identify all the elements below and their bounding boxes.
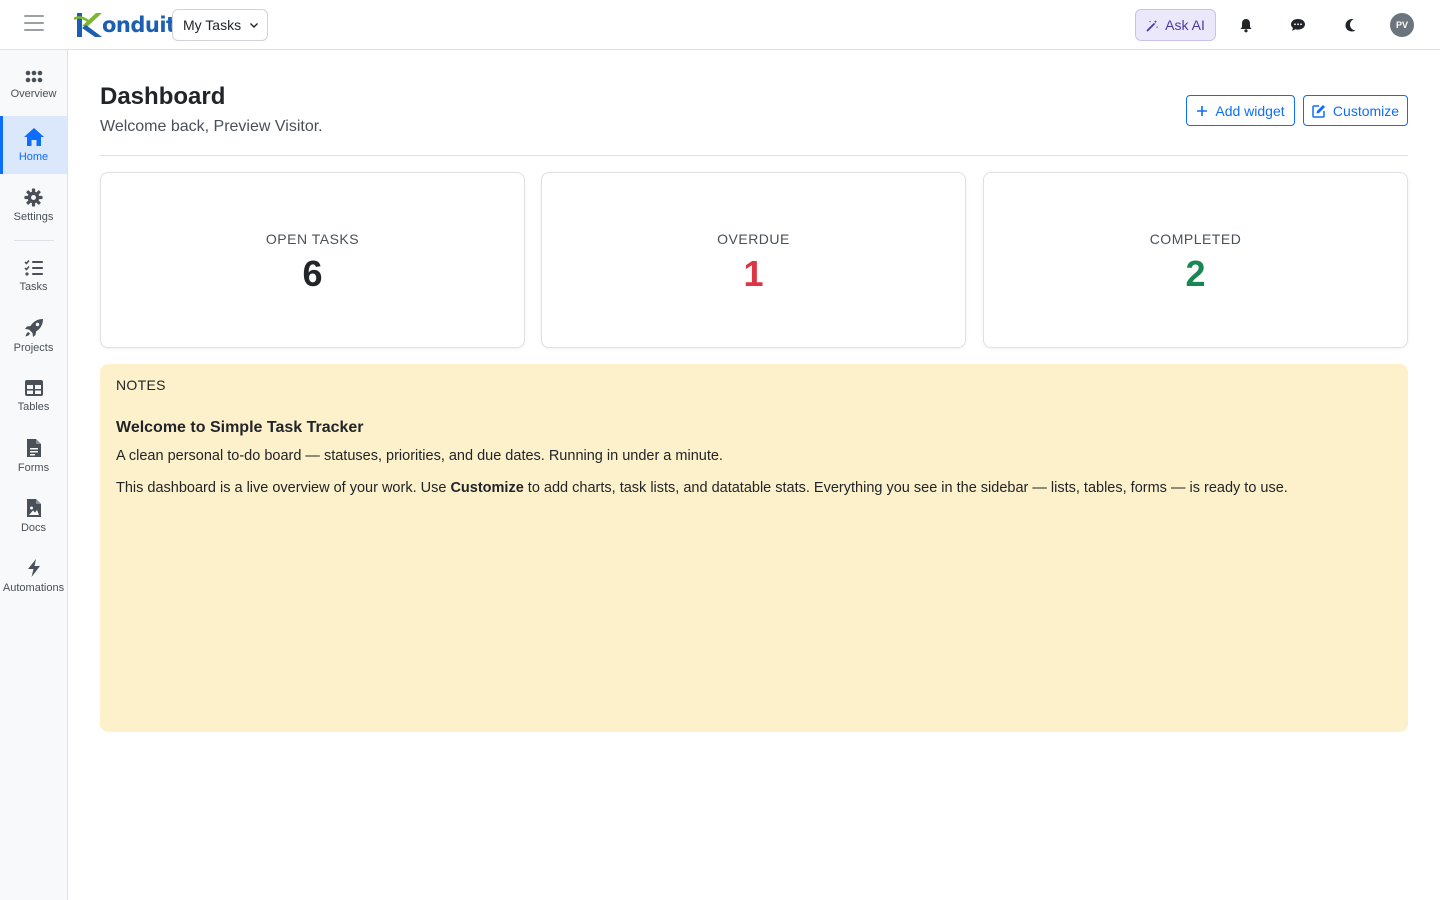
plus-icon bbox=[1197, 105, 1208, 116]
sidebar-item-label: Settings bbox=[13, 210, 54, 223]
sidebar-item-tasks[interactable]: Tasks bbox=[0, 247, 67, 305]
add-widget-button[interactable]: Add widget bbox=[1186, 95, 1295, 126]
sidebar-item-label: Automations bbox=[2, 582, 65, 594]
tasks-list-icon bbox=[23, 259, 43, 276]
notes-text: to add charts, task lists, and datatable… bbox=[523, 480, 1288, 496]
sidebar-item-label: Tasks bbox=[19, 281, 48, 293]
stat-card-overdue: OVERDUE 1 bbox=[541, 172, 966, 348]
notes-paragraph: A clean personal to-do board — statuses,… bbox=[116, 448, 723, 464]
rocket-icon bbox=[24, 319, 43, 337]
stat-value: 6 bbox=[302, 253, 323, 294]
notes-text: This dashboard is a live overview of you… bbox=[116, 480, 451, 496]
sidebar-item-tables[interactable]: Tables bbox=[0, 367, 67, 425]
workspace-dropdown[interactable]: My Tasks bbox=[172, 9, 268, 41]
stat-card-completed: COMPLETED 2 bbox=[983, 172, 1408, 348]
customize-label: Customize bbox=[1332, 102, 1400, 119]
chevron-down-icon bbox=[250, 23, 259, 28]
top-bar: onduit My Tasks Ask AI PV bbox=[0, 0, 1440, 50]
lightning-icon bbox=[27, 559, 40, 577]
konduit-k-logo-icon bbox=[74, 13, 102, 37]
notes-bold-text: Customize bbox=[450, 480, 524, 496]
edit-icon bbox=[1312, 104, 1325, 118]
customize-button[interactable]: Customize bbox=[1303, 95, 1408, 126]
sidebar-item-label: Docs bbox=[20, 522, 47, 534]
gear-icon bbox=[24, 187, 43, 207]
moon-icon[interactable] bbox=[1340, 15, 1360, 35]
sidebar-item-overview[interactable]: Overview bbox=[0, 56, 67, 114]
ask-ai-label: Ask AI bbox=[1165, 17, 1205, 33]
bell-icon[interactable] bbox=[1236, 15, 1256, 35]
table-icon bbox=[24, 380, 43, 396]
sidebar-item-forms[interactable]: Forms bbox=[0, 427, 67, 485]
notes-widget: NOTES Welcome to Simple Task Tracker A c… bbox=[100, 364, 1408, 732]
stat-label: OPEN TASKS bbox=[265, 231, 360, 247]
sidebar-item-label: Overview bbox=[10, 88, 57, 100]
form-document-icon bbox=[26, 439, 41, 457]
logo-text: onduit bbox=[102, 13, 176, 37]
hamburger-menu-icon[interactable] bbox=[24, 15, 44, 35]
sidebar-divider bbox=[14, 240, 54, 241]
sidebar-item-label: Tables bbox=[17, 401, 50, 413]
ask-ai-button[interactable]: Ask AI bbox=[1135, 9, 1216, 41]
page-subtitle: Welcome back, Preview Visitor. bbox=[100, 118, 323, 135]
home-icon bbox=[23, 128, 44, 146]
workspace-label: My Tasks bbox=[183, 17, 242, 33]
stat-label: COMPLETED bbox=[1149, 231, 1242, 247]
add-widget-label: Add widget bbox=[1215, 102, 1285, 119]
sidebar-item-label: Projects bbox=[13, 342, 54, 354]
sidebar-item-label: Home bbox=[18, 151, 49, 163]
docs-image-icon bbox=[26, 499, 41, 517]
stat-value: 2 bbox=[1185, 253, 1206, 294]
konduit-logo[interactable]: onduit bbox=[74, 10, 176, 40]
grid-icon bbox=[25, 70, 42, 83]
sidebar-item-settings[interactable]: Settings bbox=[0, 176, 67, 234]
magic-wand-icon bbox=[1146, 19, 1159, 31]
sidebar: Overview Home Settings Tasks Projects Ta… bbox=[0, 50, 68, 900]
sidebar-item-automations[interactable]: Automations bbox=[0, 547, 67, 605]
stat-card-open-tasks: OPEN TASKS 6 bbox=[100, 172, 525, 348]
stat-label: OVERDUE bbox=[717, 231, 790, 247]
sidebar-item-home[interactable]: Home bbox=[0, 116, 67, 174]
header-divider bbox=[100, 155, 1408, 156]
page-title: Dashboard bbox=[100, 83, 226, 110]
stat-value: 1 bbox=[743, 253, 764, 294]
notes-heading: Welcome to Simple Task Tracker bbox=[116, 419, 364, 436]
sidebar-item-label: Forms bbox=[17, 462, 50, 474]
sidebar-item-projects[interactable]: Projects bbox=[0, 307, 67, 365]
user-avatar[interactable]: PV bbox=[1390, 13, 1414, 37]
notes-paragraph: This dashboard is a live overview of you… bbox=[116, 480, 1288, 496]
chat-icon[interactable] bbox=[1288, 15, 1308, 35]
sidebar-item-docs[interactable]: Docs bbox=[0, 487, 67, 545]
notes-label: NOTES bbox=[116, 377, 166, 393]
